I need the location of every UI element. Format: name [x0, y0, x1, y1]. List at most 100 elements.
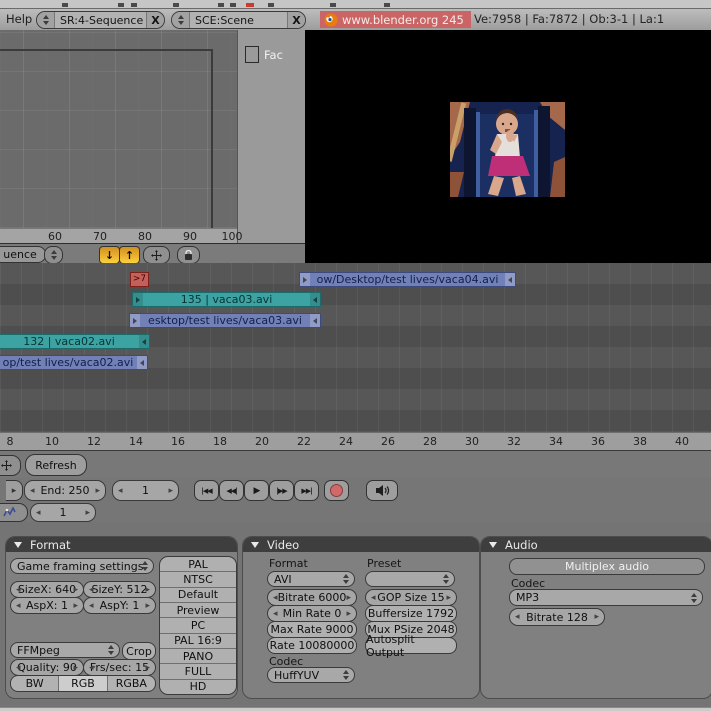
screen-browser-value[interactable]: SR:4-Sequence: [55, 12, 146, 28]
sequencer-timeline[interactable]: >7 ow/Desktop/test lives/vaca04.avi 135 …: [0, 263, 711, 432]
info-header: Help SR:4-Sequence X SCE:Scene X www.ble…: [0, 9, 711, 31]
min-rate-field[interactable]: Min Rate 0: [267, 605, 357, 622]
next-frame-button[interactable]: |▶▶: [269, 480, 294, 501]
strip-right-handle[interactable]: [505, 273, 515, 286]
gop-size-field[interactable]: GOP Size 15: [365, 589, 457, 606]
strip-left-handle[interactable]: [300, 273, 310, 286]
strip-left-handle[interactable]: [130, 314, 140, 327]
panel-collapse-icon[interactable]: [14, 541, 22, 548]
video-codec-dropdown[interactable]: HuffYUV: [267, 667, 355, 683]
strip-vaca02-movie[interactable]: 132 | vaca02.avi: [0, 334, 150, 349]
lock-button[interactable]: [177, 246, 200, 264]
video-panel-header[interactable]: Video: [243, 537, 479, 552]
audio-panel-header[interactable]: Audio: [481, 537, 711, 552]
preset-full-button[interactable]: FULL: [160, 664, 236, 680]
scene-browser[interactable]: SCE:Scene X: [171, 11, 306, 29]
max-rate-button[interactable]: Max Rate 9000: [267, 621, 357, 638]
speaker-icon: [375, 485, 389, 496]
snap-up-button[interactable]: ↑: [119, 246, 140, 264]
preset-pal169-button[interactable]: PAL 16:9: [160, 634, 236, 649]
scene-browser-close-button[interactable]: X: [287, 12, 305, 28]
editor-type-field[interactable]: uence: [0, 246, 46, 263]
screen-browser-stepper-icon[interactable]: [37, 12, 55, 28]
asp-y-field[interactable]: AspY: 1: [83, 597, 156, 614]
view-pan-button[interactable]: [143, 246, 170, 264]
help-menu[interactable]: Help: [6, 12, 32, 26]
quality-field[interactable]: Quality: 90: [10, 659, 84, 676]
play-button[interactable]: ▶: [244, 480, 269, 501]
strip-right-handle[interactable]: [310, 314, 320, 327]
end-frame-field[interactable]: End: 250: [24, 480, 106, 501]
jump-to-start-button[interactable]: |◀◀: [194, 480, 219, 501]
ruler-tick: 12: [87, 435, 101, 448]
game-framing-dropdown[interactable]: Game framing settings: [10, 558, 154, 574]
strip-vaca03-movie[interactable]: 135 | vaca03.avi: [132, 292, 321, 307]
fps-field[interactable]: Frs/sec: 15: [83, 659, 156, 676]
strip-left-handle[interactable]: [133, 293, 143, 306]
preset-default-button[interactable]: Default: [160, 588, 236, 603]
cropped-text-mark: [131, 3, 137, 7]
screen-browser-close-button[interactable]: X: [146, 12, 164, 28]
audio-bitrate-field[interactable]: Bitrate 128: [509, 608, 605, 626]
rgb-button[interactable]: RGB: [59, 676, 108, 691]
rgba-button[interactable]: RGBA: [108, 676, 155, 691]
buffersize-button[interactable]: Buffersize 1792: [365, 605, 457, 622]
preset-ntsc-button[interactable]: NTSC: [160, 572, 236, 588]
refresh-button[interactable]: Refresh: [25, 454, 87, 476]
strip-label: 135 | vaca03.avi: [180, 293, 273, 306]
vse-preview-window[interactable]: [305, 30, 711, 264]
autosplit-button[interactable]: Autosplit Output: [365, 633, 457, 659]
preset-preview-button[interactable]: Preview: [160, 603, 236, 619]
scene-browser-stepper-icon[interactable]: [172, 12, 190, 28]
strip-effect[interactable]: >7: [130, 272, 149, 287]
size-y-field[interactable]: SizeY: 512: [83, 581, 156, 598]
strip-vaca02-path[interactable]: op/test lives/vaca02.avi: [0, 355, 148, 370]
record-button[interactable]: [324, 480, 349, 501]
format-panel-header[interactable]: Format: [6, 537, 237, 552]
preset-hd-button[interactable]: HD: [160, 680, 236, 694]
strip-right-handle[interactable]: [137, 356, 147, 369]
preset-pc-button[interactable]: PC: [160, 618, 236, 634]
ipo-grid[interactable]: [0, 30, 237, 251]
asp-x-field[interactable]: AspX: 1: [10, 597, 84, 614]
snap-down-button[interactable]: ↓: [99, 246, 120, 264]
crop-button[interactable]: Crop: [122, 642, 156, 660]
ipo-type-stepper[interactable]: [44, 246, 63, 264]
arrow-down-icon: ↓: [104, 248, 115, 262]
strip-right-handle[interactable]: [310, 293, 320, 306]
rate-button[interactable]: Rate 10080000: [267, 637, 357, 654]
jump-to-end-button[interactable]: ▶▶|: [294, 480, 319, 501]
multiplex-audio-button[interactable]: Multiplex audio: [509, 558, 705, 575]
bw-button[interactable]: BW: [11, 676, 60, 691]
audio-mute-button[interactable]: [366, 480, 398, 501]
buttons-frame-field[interactable]: 1: [30, 503, 96, 522]
preset-pal-button[interactable]: PAL: [160, 557, 236, 573]
prev-frame-button[interactable]: ◀◀|: [219, 480, 244, 501]
preset-pano-button[interactable]: PANO: [160, 649, 236, 665]
strip-vaca04-path[interactable]: ow/Desktop/test lives/vaca04.avi: [299, 272, 516, 287]
screen-browser[interactable]: SR:4-Sequence X: [36, 11, 165, 29]
stepper-up-icon: [50, 250, 57, 254]
output-codec-dropdown[interactable]: FFMpeg: [10, 642, 120, 658]
strip-right-handle[interactable]: [139, 335, 149, 348]
bitrate-field[interactable]: Bitrate 6000: [267, 589, 357, 606]
video-format-dropdown[interactable]: AVI: [267, 571, 355, 587]
channel-label[interactable]: Fac: [264, 48, 283, 62]
dropdown-stepper-icon: [142, 561, 148, 571]
dropdown-value: HuffYUV: [274, 668, 320, 682]
panel-collapse-icon[interactable]: [251, 541, 259, 548]
strip-vaca03-path[interactable]: esktop/test lives/vaca03.avi: [129, 313, 321, 328]
start-field-partial[interactable]: ▸: [6, 480, 23, 501]
dropdown-value: AVI: [274, 572, 292, 586]
current-frame-field[interactable]: 1: [112, 480, 179, 501]
seq-pan-button[interactable]: [0, 455, 21, 476]
video-preset-dropdown[interactable]: [365, 571, 455, 587]
ipo-editor-window: Fac 60 70 80 90 100 uence ↓ ↑: [0, 30, 306, 264]
scene-browser-value[interactable]: SCE:Scene: [190, 12, 287, 28]
ruler-tick: 24: [339, 435, 353, 448]
size-x-field[interactable]: SizeX: 640: [10, 581, 84, 598]
panel-collapse-icon[interactable]: [489, 541, 497, 548]
channel-checkbox[interactable]: [245, 46, 259, 63]
audio-codec-dropdown[interactable]: MP3: [509, 589, 703, 606]
editor-type-button[interactable]: [0, 503, 28, 522]
